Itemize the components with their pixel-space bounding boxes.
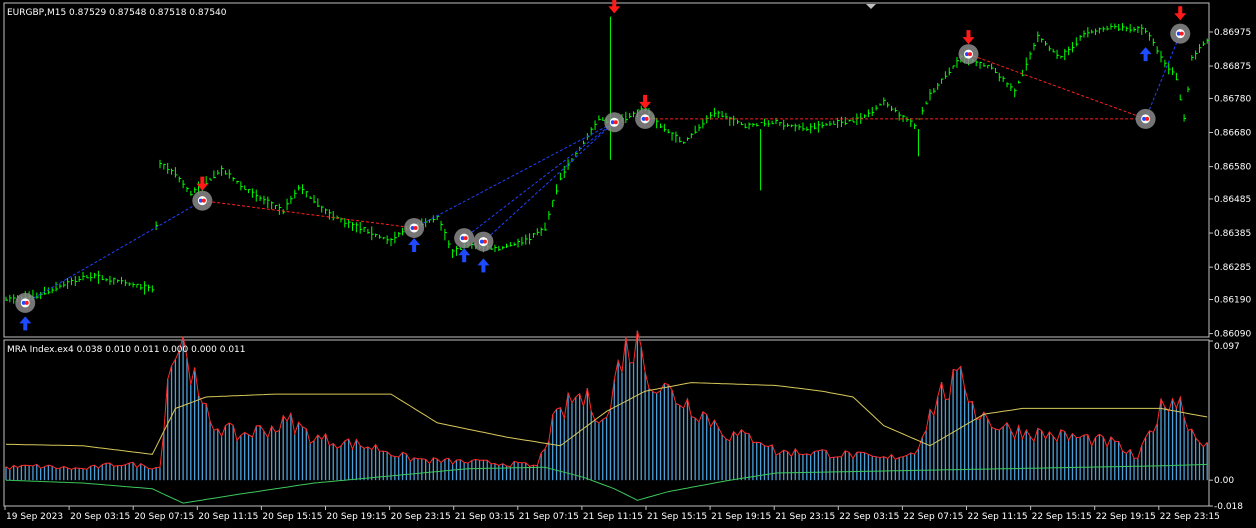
price-tick-label: 0.86680 bbox=[1214, 129, 1251, 139]
price-tick-label: 0.86385 bbox=[1214, 229, 1251, 239]
zigzag-point-dot bbox=[644, 116, 649, 121]
time-tick-label: 21 Sep 23:15 bbox=[775, 512, 835, 522]
time-tick-label: 21 Sep 11:15 bbox=[583, 512, 643, 522]
time-tick-label: 22 Sep 03:15 bbox=[839, 512, 899, 522]
price-tick-label: 0.86975 bbox=[1214, 28, 1251, 38]
time-tick-label: 21 Sep 07:15 bbox=[519, 512, 579, 522]
indicator-tick-label: -0.018 bbox=[1214, 502, 1243, 512]
time-tick-label: 20 Sep 15:15 bbox=[262, 512, 322, 522]
zigzag-point-dot bbox=[613, 120, 618, 125]
time-tick-label: 22 Sep 15:15 bbox=[1032, 512, 1092, 522]
chart-background bbox=[0, 0, 1256, 524]
time-tick-label: 20 Sep 03:15 bbox=[70, 512, 130, 522]
time-tick-label: 21 Sep 15:15 bbox=[647, 512, 707, 522]
zigzag-point-dot bbox=[1179, 31, 1184, 36]
time-tick-label: 20 Sep 23:15 bbox=[391, 512, 451, 522]
time-tick-label: 21 Sep 03:15 bbox=[455, 512, 515, 522]
time-tick-label: 21 Sep 19:15 bbox=[711, 512, 771, 522]
price-tick-label: 0.86485 bbox=[1214, 195, 1251, 205]
time-tick-label: 22 Sep 19:15 bbox=[1096, 512, 1156, 522]
price-tick-label: 0.86580 bbox=[1214, 163, 1251, 173]
time-tick-label: 22 Sep 07:15 bbox=[903, 512, 963, 522]
price-tick-label: 0.86090 bbox=[1214, 330, 1251, 340]
zigzag-point-dot bbox=[24, 300, 29, 305]
price-tick-label: 0.86780 bbox=[1214, 94, 1251, 104]
price-tick-label: 0.86875 bbox=[1214, 62, 1251, 72]
price-tick-label: 0.86285 bbox=[1214, 263, 1251, 273]
indicator-tick-label: 0.097 bbox=[1214, 342, 1240, 352]
zigzag-point-dot bbox=[413, 225, 418, 230]
time-tick-label: 19 Sep 2023 bbox=[6, 512, 63, 522]
time-tick-label: 22 Sep 11:15 bbox=[968, 512, 1028, 522]
time-tick-label: 20 Sep 11:15 bbox=[198, 512, 258, 522]
indicator-tick-label: 0.00 bbox=[1214, 476, 1234, 486]
time-tick-label: 20 Sep 19:15 bbox=[327, 512, 387, 522]
zigzag-point-dot bbox=[1145, 116, 1150, 121]
trading-chart: 0.86975 0.86875 0.86780 0.86680 0.86580 0.864… bbox=[0, 0, 1256, 524]
zigzag-point-dot bbox=[463, 236, 468, 241]
main-header: EURGBP,M15 0.87529 0.87548 0.87518 0.875… bbox=[7, 8, 227, 18]
zigzag-point-dot bbox=[482, 239, 487, 244]
time-tick-label: 22 Sep 23:15 bbox=[1160, 512, 1220, 522]
zigzag-point-dot bbox=[201, 198, 206, 203]
zigzag-point-dot bbox=[968, 52, 972, 57]
indicator-header: MRA Index.ex4 0.038 0.010 0.011 0.000 0.… bbox=[7, 345, 246, 355]
time-tick-label: 20 Sep 07:15 bbox=[134, 512, 194, 522]
price-tick-label: 0.86190 bbox=[1214, 296, 1251, 306]
